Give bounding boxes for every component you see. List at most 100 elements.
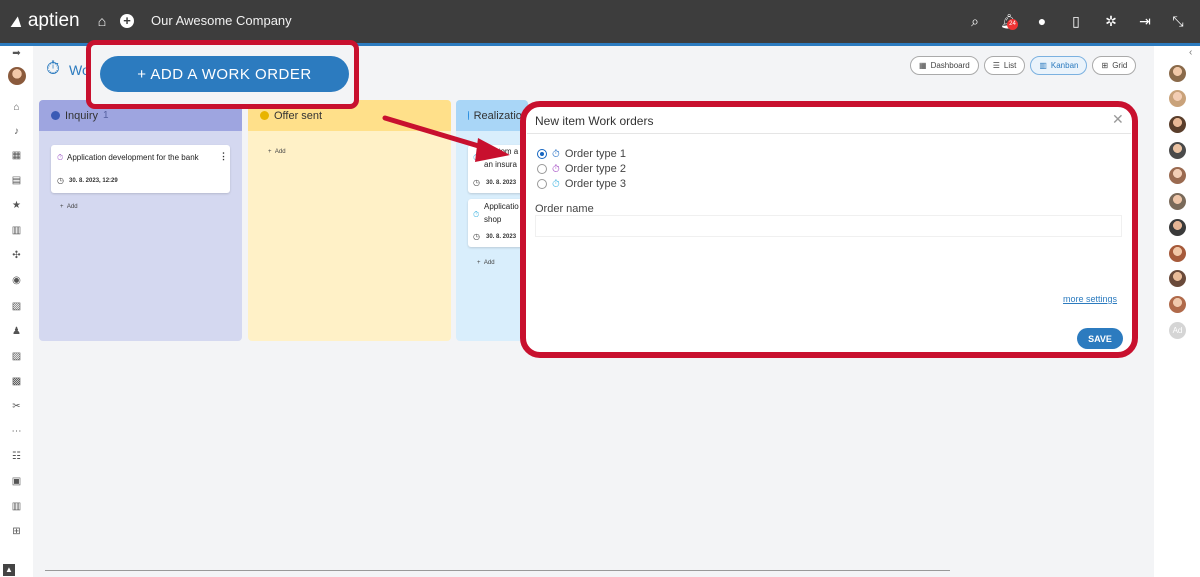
avatar[interactable] xyxy=(1169,296,1186,313)
add-card-link[interactable]: + Add xyxy=(477,260,495,266)
option-label: Order type 2 xyxy=(564,163,626,175)
plus-icon: + xyxy=(60,204,64,210)
plus-icon: + xyxy=(477,260,481,266)
bottom-scrollbar[interactable] xyxy=(45,570,950,571)
file-nav-icon[interactable]: ▧ xyxy=(8,299,25,313)
timer-icon: ⏱︎ xyxy=(552,178,560,190)
org-chart-nav-icon[interactable]: ⊞ xyxy=(8,524,25,538)
order-type-3-option[interactable]: ⏱︎ Order type 3 xyxy=(537,178,626,190)
stopwatch-icon: ⏱︎ xyxy=(46,58,61,78)
view-list-button[interactable]: ☰ List xyxy=(983,56,1026,75)
chat-icon[interactable]: ● xyxy=(1032,11,1052,31)
home-nav-icon[interactable]: ⌂ xyxy=(8,100,25,114)
option-label: Order type 3 xyxy=(564,178,626,190)
plus-icon: + xyxy=(268,149,272,155)
collapse-icon[interactable]: ⤡ xyxy=(1168,11,1188,31)
avatar[interactable] xyxy=(1169,193,1186,210)
timer-icon: ⏱︎ xyxy=(57,153,64,162)
clock-icon: ◷ xyxy=(473,178,480,187)
company-name[interactable]: Our Awesome Company xyxy=(151,13,292,28)
card-date: 30. 8. 2023 xyxy=(486,180,517,186)
radio-button[interactable] xyxy=(537,149,547,159)
dog-nav-icon[interactable]: ✣ xyxy=(8,248,25,262)
column-title: Inquiry xyxy=(65,109,99,122)
order-type-2-option[interactable]: ⏱︎ Order type 2 xyxy=(537,163,626,175)
books-nav-icon[interactable]: ▩ xyxy=(8,374,25,388)
avatar[interactable] xyxy=(1169,219,1186,236)
add-circle-icon[interactable]: + xyxy=(117,11,137,31)
search-icon[interactable]: ⌕ xyxy=(965,11,985,31)
add-card-link[interactable]: + Add xyxy=(60,204,78,210)
avatar[interactable] xyxy=(1169,90,1186,107)
team-nav-icon[interactable]: ☷ xyxy=(8,449,25,463)
column-count: 1 xyxy=(103,110,109,121)
radio-button[interactable] xyxy=(537,164,547,174)
aptien-mini-logo-icon[interactable]: ▲ xyxy=(3,564,15,576)
arrow-icon xyxy=(382,115,510,162)
view-grid-button[interactable]: ⊞ Grid xyxy=(1092,56,1137,75)
column-status-dot xyxy=(51,111,60,120)
settings-gear-icon[interactable]: ✲ xyxy=(1101,11,1121,31)
card-title-line2: shop xyxy=(484,215,502,224)
clock-icon: ◷ xyxy=(473,232,480,241)
logo-mark-icon: ▲ xyxy=(6,10,28,31)
card-date: 30. 8. 2023 xyxy=(486,234,517,240)
timer-icon: ⏱︎ xyxy=(473,210,480,219)
view-grid-label: Grid xyxy=(1112,61,1128,70)
mobile-icon[interactable]: ▯ xyxy=(1066,11,1086,31)
check-nav-icon[interactable]: ◉ xyxy=(8,273,25,287)
app-logo[interactable]: ▲ aptien xyxy=(6,10,80,32)
logout-icon[interactable]: ⇥ xyxy=(1135,11,1155,31)
view-kanban-button[interactable]: ▥ Kanban xyxy=(1030,56,1088,75)
save-button[interactable]: SAVE xyxy=(1077,328,1123,349)
tools-nav-icon[interactable]: ✂ xyxy=(8,399,25,413)
column-title: Offer sent xyxy=(274,109,323,122)
timer-icon: ⏱︎ xyxy=(552,148,560,160)
avatar[interactable] xyxy=(1169,116,1186,133)
apps-nav-icon[interactable]: ⋯ xyxy=(8,424,25,438)
avatar-placeholder[interactable]: Ad xyxy=(1169,322,1186,339)
logo-text: aptien xyxy=(27,10,80,31)
avatar[interactable] xyxy=(1169,270,1186,287)
view-switcher: ▦ Dashboard ☰ List ▥ Kanban ⊞ Grid xyxy=(910,56,1137,75)
grid-icon: ⊞ xyxy=(1101,61,1109,70)
avatar[interactable] xyxy=(1169,65,1186,82)
avatar[interactable] xyxy=(1169,167,1186,184)
person-nav-icon[interactable]: ♟ xyxy=(8,324,25,338)
order-name-input[interactable] xyxy=(535,215,1122,237)
timer-icon: ⏱︎ xyxy=(552,163,560,175)
user-avatar[interactable] xyxy=(8,67,26,85)
clipboard2-nav-icon[interactable]: ▨ xyxy=(8,349,25,363)
library-nav-icon[interactable]: ▥ xyxy=(8,499,25,513)
view-dashboard-label: Dashboard xyxy=(930,61,970,70)
column-status-dot xyxy=(260,111,269,120)
kanban-icon: ▥ xyxy=(1039,61,1047,70)
expand-sidebar-icon[interactable]: ➡ xyxy=(8,46,25,60)
document-nav-icon[interactable]: ▥ xyxy=(8,223,25,237)
option-label: Order type 1 xyxy=(564,148,626,160)
card-menu-icon[interactable]: ⋮ xyxy=(219,151,228,162)
card-date: 30. 8. 2023, 12:29 xyxy=(69,178,118,184)
avatar[interactable] xyxy=(1169,245,1186,262)
add-label: Add xyxy=(483,260,495,266)
view-kanban-label: Kanban xyxy=(1050,61,1079,70)
chevron-left-icon[interactable]: ‹ xyxy=(1189,47,1192,58)
avatar[interactable] xyxy=(1169,142,1186,159)
inbox-nav-icon[interactable]: ▣ xyxy=(8,474,25,488)
star-nav-icon[interactable]: ★ xyxy=(8,198,25,212)
radio-button[interactable] xyxy=(537,179,547,189)
calendar-nav-icon[interactable]: ▦ xyxy=(8,148,25,162)
view-list-label: List xyxy=(1003,61,1017,70)
add-work-order-button[interactable]: + ADD A WORK ORDER xyxy=(100,56,349,92)
add-card-link[interactable]: + Add xyxy=(268,149,286,155)
clipboard-nav-icon[interactable]: ▤ xyxy=(8,173,25,187)
view-dashboard-button[interactable]: ▦ Dashboard xyxy=(910,56,979,75)
more-settings-link[interactable]: more settings xyxy=(1063,294,1117,304)
home-icon[interactable]: ⌂ xyxy=(92,11,112,31)
list-icon: ☰ xyxy=(992,61,1000,70)
close-icon[interactable]: ✕ xyxy=(1112,111,1124,128)
card-title-line1: Applicatio xyxy=(484,202,519,211)
bell-nav-icon[interactable]: ♪ xyxy=(8,124,25,138)
add-label: Add xyxy=(66,204,78,210)
order-type-1-option[interactable]: ⏱︎ Order type 1 xyxy=(537,148,626,160)
